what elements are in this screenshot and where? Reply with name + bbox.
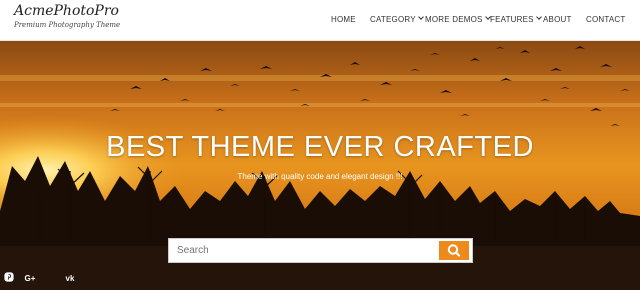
search-bar [168, 238, 473, 263]
social-links: G+ vk [4, 272, 76, 284]
search-input[interactable] [169, 239, 447, 262]
pinterest-icon[interactable] [4, 272, 56, 284]
nav-item-features[interactable]: FEATURES [490, 14, 542, 24]
search-icon [447, 244, 461, 257]
search-button[interactable] [439, 241, 469, 260]
nav-item-about[interactable]: ABOUT [543, 15, 572, 24]
page-content-strip [0, 290, 640, 305]
site-title[interactable]: AcmePhotoPro [14, 3, 120, 19]
main-nav: HOME CATEGORY MORE DEMOS FEATURES ABOUT … [320, 0, 640, 40]
chevron-down-icon [417, 14, 424, 20]
nav-item-contact[interactable]: CONTACT [586, 15, 625, 24]
nav-item-more-demos[interactable]: MORE DEMOS [425, 14, 491, 24]
site-logo[interactable]: AcmePhotoPro Premium Photography Theme [14, 3, 120, 29]
site-header: AcmePhotoPro Premium Photography Theme H… [0, 0, 640, 41]
vk-icon[interactable]: vk [64, 272, 76, 284]
hero-subtitle: Theme with quality code and elegant desi… [237, 172, 403, 181]
nav-item-home[interactable]: HOME [331, 15, 356, 24]
site-tagline: Premium Photography Theme [14, 21, 121, 29]
hero-title: BEST THEME EVER CRAFTED [106, 131, 534, 163]
nav-item-category[interactable]: CATEGORY [370, 14, 424, 24]
google-plus-icon[interactable]: G+ [24, 272, 36, 284]
chevron-down-icon [535, 14, 542, 20]
hero-banner: BEST THEME EVER CRAFTED Theme with quali… [0, 41, 640, 290]
